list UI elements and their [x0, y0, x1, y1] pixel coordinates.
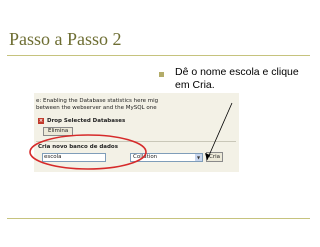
collation-select-value: Collation	[133, 154, 158, 160]
title-divider	[7, 55, 310, 56]
slide-title: Passo a Passo 2	[9, 29, 122, 49]
warning-text-line2: between the webserver and the MySQL one	[36, 105, 157, 111]
section-divider	[36, 141, 236, 142]
delete-x-icon: ×	[38, 117, 44, 124]
slide: Passo a Passo 2 Dê o nome escola e cliqu…	[0, 0, 320, 247]
create-database-label: Cria novo banco de dados	[38, 144, 118, 150]
embedded-screenshot: e: Enabling the Database statistics here…	[34, 93, 239, 172]
footer-divider	[7, 218, 310, 219]
drop-databases-row: × Drop Selected Databases	[38, 117, 125, 124]
drop-databases-label: Drop Selected Databases	[47, 117, 126, 124]
warning-text-line1: e: Enabling the Database statistics here…	[36, 98, 159, 104]
elimina-button[interactable]: Elimina	[43, 127, 74, 136]
instruction-text: Dê o nome escola e clique em Cria.	[175, 66, 299, 91]
collation-select[interactable]: Collation ▼	[130, 153, 203, 162]
bullet-icon	[159, 72, 164, 77]
cria-button[interactable]: Cria	[206, 152, 223, 162]
database-name-input[interactable]: escola	[42, 153, 106, 162]
chevron-down-icon: ▼	[195, 154, 202, 161]
